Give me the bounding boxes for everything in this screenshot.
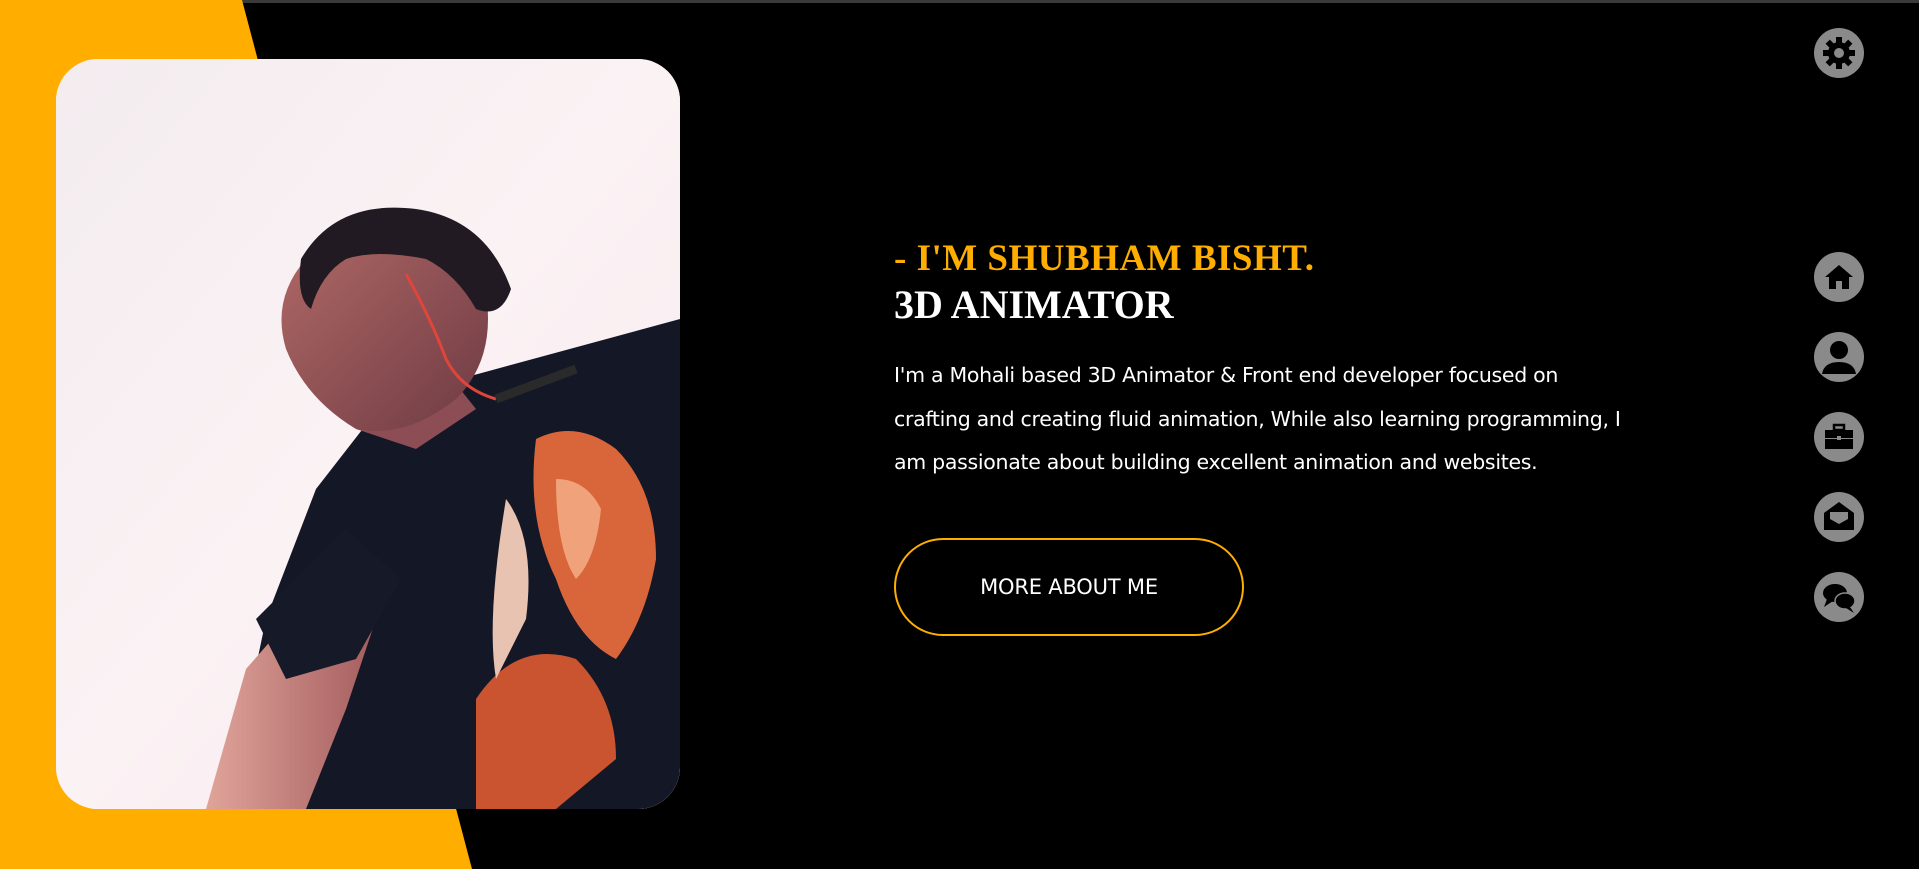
briefcase-icon[interactable] — [1814, 412, 1864, 462]
intro-section: - I'M SHUBHAM BISHT. 3D ANIMATOR I'm a M… — [894, 236, 1634, 505]
gear-icon[interactable] — [1814, 28, 1864, 78]
intro-description: I'm a Mohali based 3D Animator & Front e… — [894, 363, 1621, 474]
page: - I'M SHUBHAM BISHT. 3D ANIMATOR I'm a M… — [0, 0, 1919, 869]
user-icon[interactable] — [1814, 332, 1864, 382]
profile-photo — [56, 59, 680, 809]
intro-name-heading: - I'M SHUBHAM BISHT. — [894, 238, 1315, 279]
envelope-open-icon[interactable] — [1814, 492, 1864, 542]
chat-icon[interactable] — [1814, 572, 1864, 622]
more-about-me-button[interactable]: MORE ABOUT ME — [894, 538, 1244, 636]
home-icon[interactable] — [1814, 252, 1864, 302]
intro-role-heading: 3D ANIMATOR — [894, 282, 1174, 327]
